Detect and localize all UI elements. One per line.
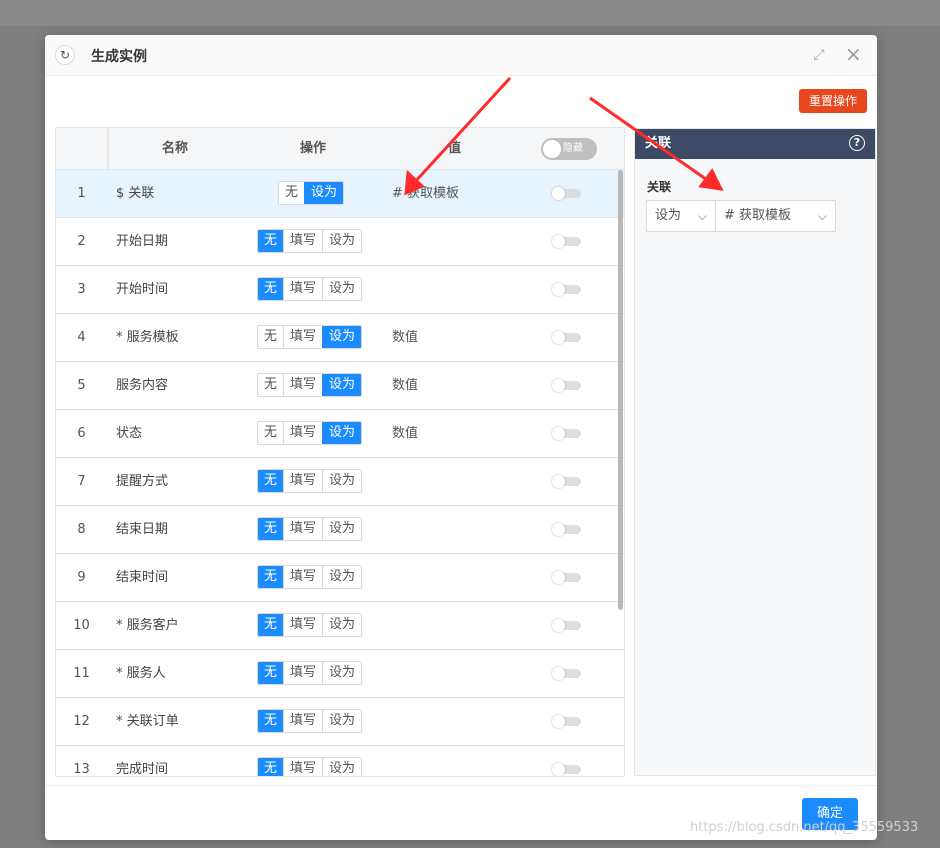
arrow-to-value — [404, 76, 512, 196]
arrow-to-relation-panel — [589, 96, 724, 191]
annotation-arrows — [404, 76, 724, 196]
watermark: https://blog.csdn.net/qq_35559533 — [690, 820, 919, 835]
